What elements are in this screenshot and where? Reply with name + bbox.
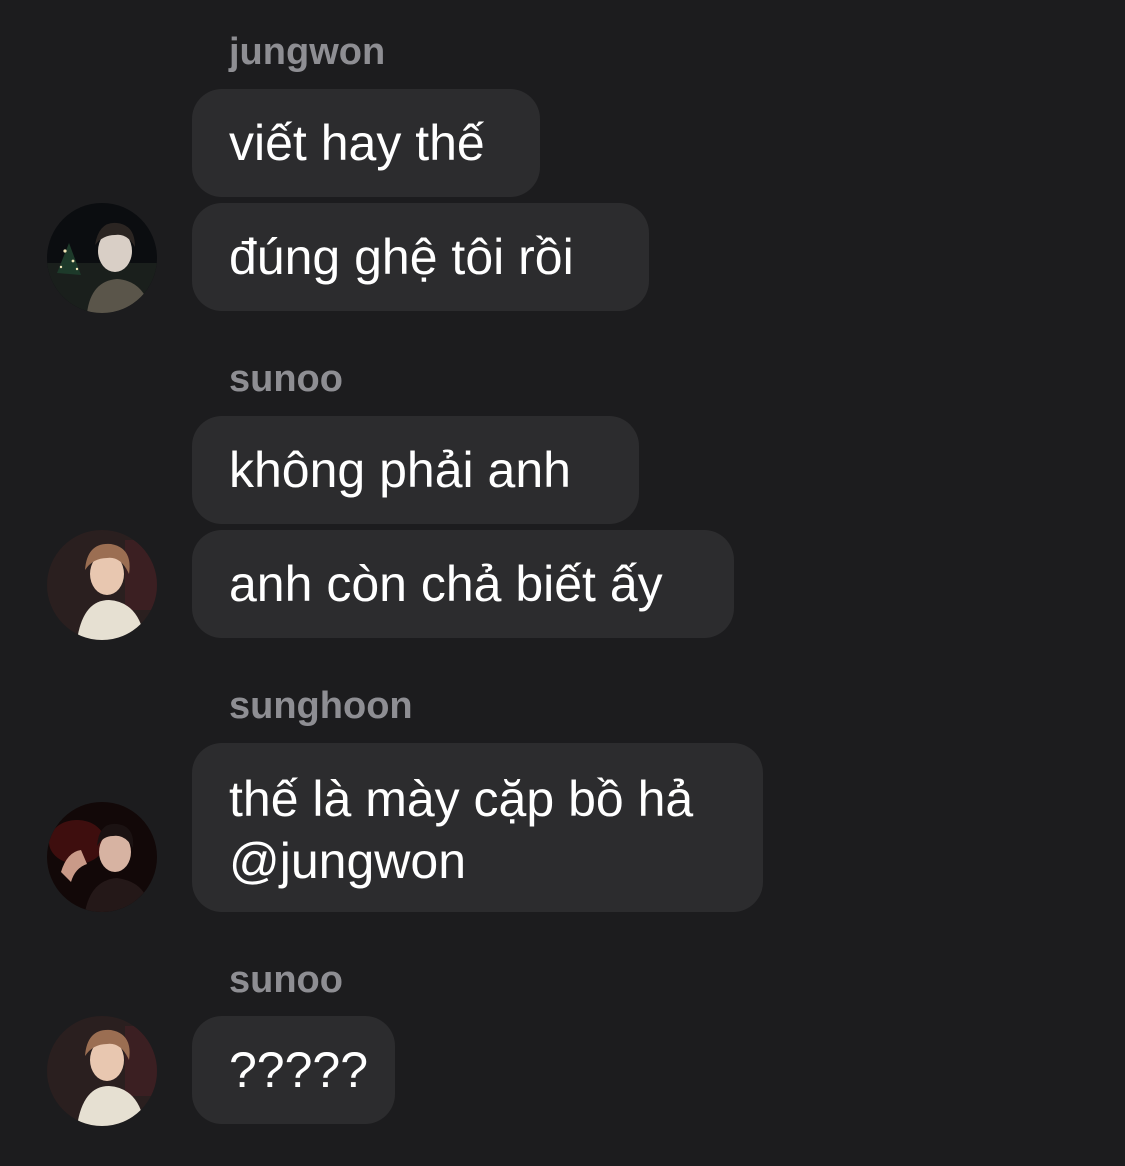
- message-bubble[interactable]: viết hay thế: [192, 89, 540, 197]
- sender-name: sunoo: [229, 358, 343, 400]
- message-bubble[interactable]: không phải anh: [192, 416, 639, 524]
- message-bubble[interactable]: đúng ghệ tôi rồi: [192, 203, 649, 311]
- sunoo-avatar[interactable]: [47, 530, 157, 640]
- sender-name: sunghoon: [229, 685, 413, 727]
- avatar-photo: [47, 203, 157, 313]
- avatar-photo: [47, 1016, 157, 1126]
- message-bubble[interactable]: ?????: [192, 1016, 395, 1124]
- sunoo-avatar[interactable]: [47, 1016, 157, 1126]
- avatar-photo: [47, 802, 157, 912]
- chat-thread: jungwon viết hay thế đúng ghệ tôi rồi su…: [0, 0, 1125, 1166]
- sender-name: sunoo: [229, 959, 343, 1001]
- avatar-photo: [47, 530, 157, 640]
- message-bubble[interactable]: thế là mày cặp bồ hả @jungwon: [192, 743, 763, 912]
- sunghoon-avatar[interactable]: [47, 802, 157, 912]
- jungwon-avatar[interactable]: [47, 203, 157, 313]
- sender-name: jungwon: [229, 31, 386, 73]
- message-bubble[interactable]: anh còn chả biết ấy: [192, 530, 734, 638]
